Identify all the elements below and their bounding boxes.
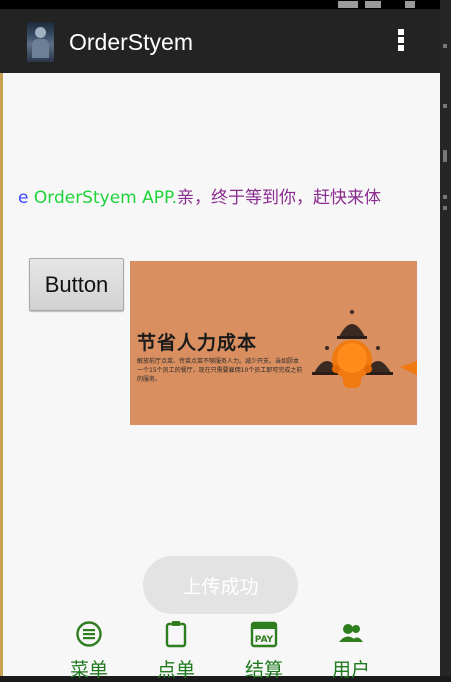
menu-list-icon <box>76 621 102 647</box>
tab-label: 结算 <box>244 659 283 681</box>
pay-icon: PAY <box>250 621 278 648</box>
overflow-menu-icon[interactable] <box>395 27 407 57</box>
battery-icon <box>405 1 415 8</box>
tab-label: 点单 <box>156 659 195 681</box>
status-bar <box>0 0 440 9</box>
tab-label: 用户 <box>331 659 370 681</box>
window-edge-right <box>440 0 451 676</box>
tab-checkout[interactable]: PAY 结算 <box>234 620 294 682</box>
main-button[interactable]: Button <box>29 258 124 311</box>
marquee-part-2: OrderStyem APP. <box>33 188 178 208</box>
promo-banner-image: 节省人力成本 解放前厅点菜、传菜点菜不够服务人力。减少开支。当如厨本一个15个员… <box>130 261 417 425</box>
tab-order[interactable]: 点单 <box>146 620 206 682</box>
clipboard-icon <box>165 621 187 648</box>
marquee-part-3: 亲，终于等到你，赶快来体 <box>177 188 382 208</box>
marquee-part-1: e <box>18 188 34 208</box>
tab-menu[interactable]: 菜单 <box>59 620 119 682</box>
wifi-icon <box>365 1 381 8</box>
toast-message: 上传成功 <box>143 556 298 614</box>
tab-user[interactable]: 用户 <box>321 620 381 682</box>
waiter-bell-illustration <box>312 310 417 388</box>
tab-label: 菜单 <box>69 659 108 681</box>
svg-text:PAY: PAY <box>255 635 274 645</box>
app-title: OrderStyem <box>69 29 193 55</box>
action-bar: OrderStyem <box>0 9 440 73</box>
marquee-text: e OrderStyem APP.亲，终于等到你，赶快来体 <box>18 183 416 208</box>
users-icon <box>339 624 363 642</box>
app-icon <box>27 22 54 62</box>
signal-icon <box>338 1 358 8</box>
